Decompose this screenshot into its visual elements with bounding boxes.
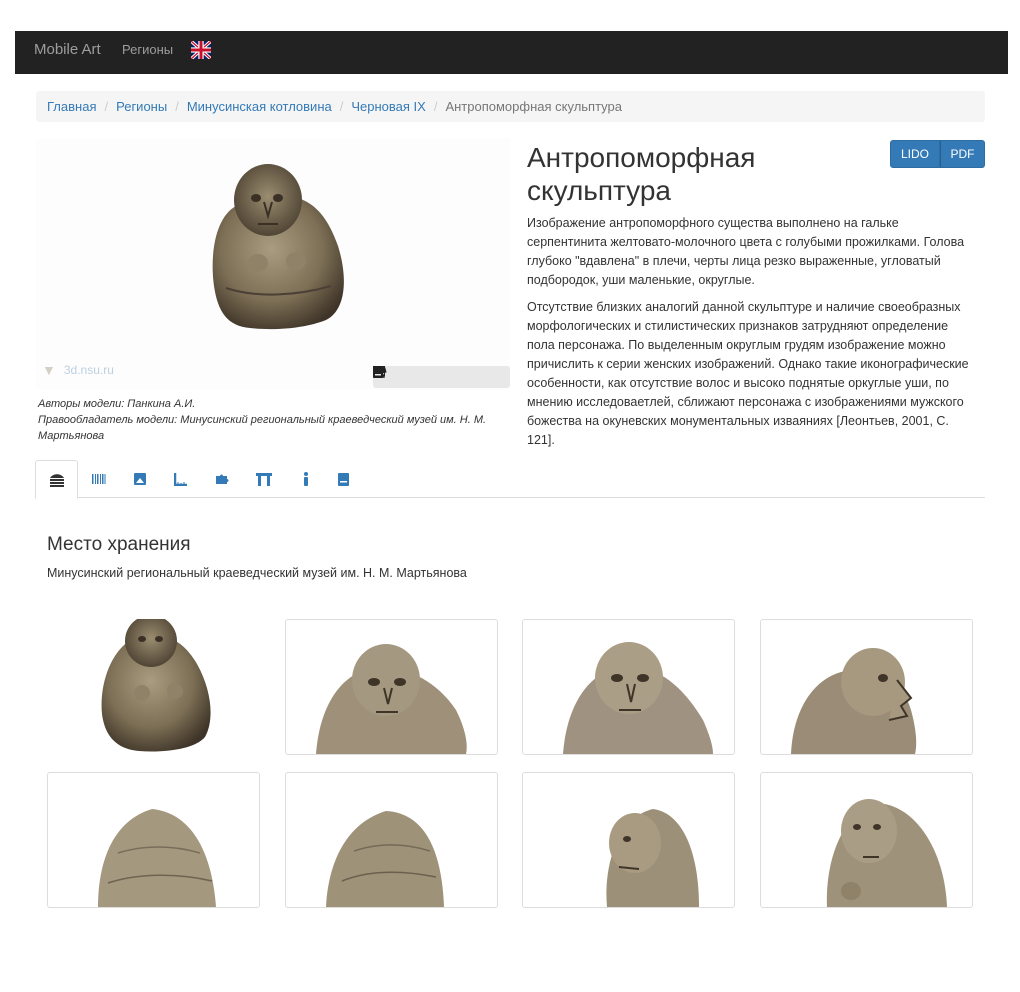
person-icon: [304, 472, 308, 486]
breadcrumb-chernovaya[interactable]: Черновая IX: [351, 99, 425, 114]
tab-book[interactable]: [324, 460, 362, 498]
breadcrumb-regions[interactable]: Регионы: [116, 99, 167, 114]
storage-museum: Минусинский региональный краеведческий м…: [47, 566, 467, 580]
sculpture-photo: [791, 648, 917, 754]
description: Изображение антропоморфного существа вып…: [527, 214, 979, 458]
storage-title: Место хранения: [47, 534, 191, 555]
gallery-thumbnail[interactable]: [522, 619, 735, 755]
description-paragraph: Изображение антропоморфного существа вып…: [527, 216, 965, 287]
model-credits: Авторы модели: Панкина А.И. Правообладат…: [38, 396, 508, 444]
book-icon: [337, 472, 349, 486]
gallery-thumbnail[interactable]: [760, 772, 973, 908]
breadcrumb-minusinsk[interactable]: Минусинская котловина: [187, 99, 332, 114]
tab-barcode[interactable]: [80, 460, 118, 498]
3d-model-viewer[interactable]: ▼ 3d.nsu.ru: [36, 138, 510, 390]
gallery-thumbnail[interactable]: [47, 772, 260, 908]
model-owner: Правообладатель модели: Минусинский реги…: [38, 414, 487, 442]
gallery-thumbnail[interactable]: [522, 772, 735, 908]
brand-link[interactable]: Mobile Art: [34, 41, 101, 58]
sculpture-photo: [98, 809, 216, 907]
pdf-export-button[interactable]: PDF: [940, 140, 985, 168]
watermark-text: 3d.nsu.ru: [63, 363, 114, 377]
description-paragraph: Отсутствие близких аналогий данной скуль…: [527, 300, 969, 447]
barcode-icon: [92, 474, 106, 484]
sculpture-photo: [826, 799, 947, 907]
uk-flag-icon[interactable]: [191, 41, 211, 59]
breadcrumb: Главная / Регионы / Минусинская котловина / Че…: [36, 91, 985, 122]
watermark: ▼ 3d.nsu.ru: [42, 362, 114, 378]
export-button-group: LIDO PDF: [890, 140, 985, 168]
tab-measure[interactable]: [162, 460, 200, 498]
tab-person[interactable]: [287, 460, 325, 498]
image-icon[interactable]: [373, 366, 423, 384]
tab-museum[interactable]: [35, 460, 78, 499]
puzzle-icon: [216, 474, 229, 484]
tab-map[interactable]: [203, 460, 241, 498]
fullscreen-icon[interactable]: [373, 366, 500, 384]
viewer-toolbar: [373, 366, 510, 388]
sculpture-photo: [563, 642, 713, 754]
navbar: Mobile Art Регионы: [15, 31, 1008, 74]
page-title: Антропоморфная скульптура: [527, 142, 756, 206]
image-icon: [134, 473, 146, 485]
lido-export-button[interactable]: LIDO: [890, 140, 940, 168]
book-icon[interactable]: [373, 366, 474, 384]
nsu-logo-icon: ▼: [42, 362, 56, 378]
info-tabs: [35, 460, 985, 499]
nav-regions-link[interactable]: Регионы: [122, 42, 173, 57]
sculpture-model-image[interactable]: [36, 138, 510, 363]
breadcrumb-current: Антропоморфная скульптура: [445, 99, 623, 114]
gallery-thumbnail[interactable]: [760, 619, 973, 755]
gallery-thumbnail[interactable]: [285, 619, 498, 755]
tab-image[interactable]: [121, 460, 159, 498]
gallery-thumbnail[interactable]: [285, 772, 498, 908]
sculpture-front-image: [101, 619, 211, 752]
gate-icon: [256, 472, 272, 486]
light-icon[interactable]: [373, 366, 448, 384]
museum-icon: [49, 473, 64, 487]
model-authors: Авторы модели: Панкина А.И.: [38, 398, 196, 410]
measure-icon: [174, 473, 187, 486]
gallery-thumbnail[interactable]: [47, 619, 260, 755]
breadcrumb-home[interactable]: Главная: [47, 99, 96, 114]
sculpture-photo: [606, 809, 699, 907]
sculpture-photo: [326, 811, 444, 907]
sculpture-photo: [316, 644, 467, 754]
tab-gate[interactable]: [245, 460, 283, 498]
